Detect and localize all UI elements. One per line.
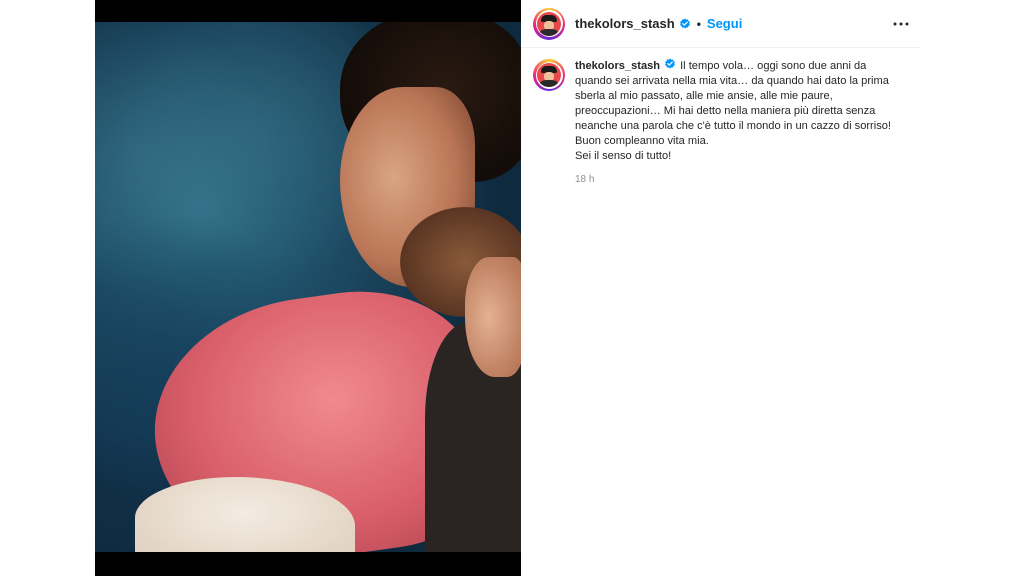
- caption-username[interactable]: thekolors_stash: [575, 60, 660, 72]
- photo-baby-face: [465, 257, 521, 377]
- post-photo[interactable]: [95, 22, 521, 552]
- post-media-panel: [95, 0, 521, 576]
- post-header: thekolors_stash • Segui: [521, 0, 919, 48]
- caption-row: thekolors_stash Il tempo vola… oggi sono …: [533, 58, 913, 185]
- verified-badge-icon: [665, 58, 675, 69]
- caption-text: thekolors_stash Il tempo vola… oggi sono …: [575, 58, 911, 164]
- caption-line: quando sei arrivata nella mia vita… da q…: [575, 75, 889, 87]
- caption-avatar[interactable]: [533, 59, 565, 91]
- avatar-image: [537, 63, 561, 87]
- caption-line: Il tempo vola… oggi sono due anni da: [680, 60, 867, 72]
- verified-badge-icon: [679, 18, 690, 28]
- follow-button[interactable]: Segui: [707, 16, 742, 31]
- more-options-icon[interactable]: [889, 12, 913, 36]
- caption-line: sberla al mio passato, alle mie ansie, a…: [575, 90, 833, 102]
- avatar[interactable]: [533, 7, 565, 40]
- caption-line: preoccupazioni… Mi hai detto nella manie…: [575, 105, 876, 117]
- caption-line: Sei il senso di tutto!: [575, 150, 672, 162]
- post-sidebar: thekolors_stash • Segui thekolors_stash …: [521, 0, 919, 576]
- avatar-image: [537, 11, 561, 36]
- caption-line: neanche una parola che c'è tutto il mond…: [575, 120, 892, 132]
- caption-line: Buon compleanno vita mia.: [575, 135, 709, 147]
- header-username[interactable]: thekolors_stash: [575, 16, 675, 31]
- separator-dot: •: [696, 16, 701, 31]
- caption-body: thekolors_stash Il tempo vola… oggi sono …: [575, 58, 911, 185]
- post-timestamp[interactable]: 18 h: [575, 174, 911, 185]
- header-user-info: thekolors_stash • Segui: [575, 14, 742, 34]
